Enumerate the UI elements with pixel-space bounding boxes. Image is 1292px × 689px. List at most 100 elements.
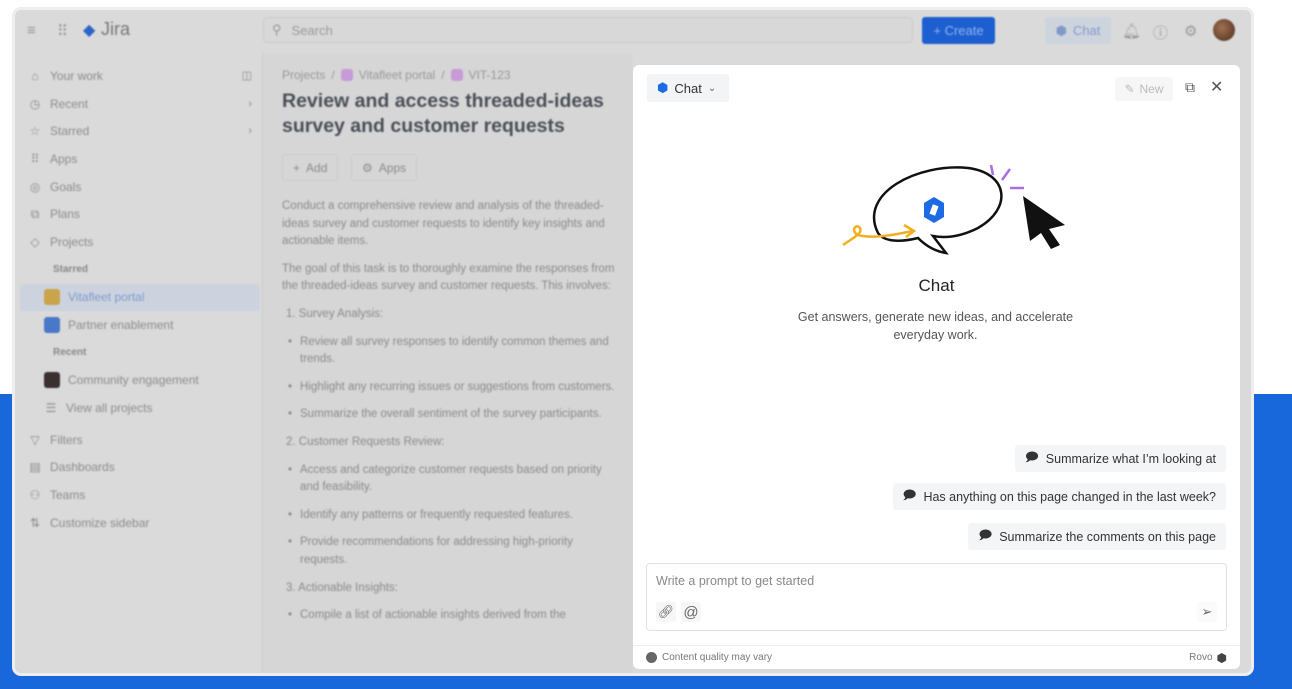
new-chat-button[interactable]: ✎ New [1115, 77, 1173, 101]
sidebar-item-starred[interactable]: ☆ Starred › [20, 117, 260, 145]
chat-footer: Content quality may vary Rovo ⬢ [633, 645, 1240, 669]
sidebar-item-your-work[interactable]: ⌂ Your work ◫ [20, 62, 260, 90]
sidebar-item-label: Projects [50, 234, 94, 249]
list-item: Identify any patterns or frequently requ… [282, 507, 622, 525]
suggestion-button[interactable]: 🗩︎ Has anything on this page changed in t… [892, 483, 1226, 510]
project-label: Community engagement [68, 373, 199, 388]
avatar[interactable] [1213, 19, 1235, 41]
search-input[interactable]: ⚲ Search [263, 17, 913, 43]
project-label: Vitafleet portal [68, 290, 145, 305]
suggestion-button[interactable]: 🗩︎ Summarize what I’m looking at [1014, 445, 1226, 472]
view-all-label: View all projects [66, 401, 153, 416]
plans-icon: ⧉ [30, 206, 40, 221]
breadcrumb-project[interactable]: Vitafleet portal [359, 68, 436, 82]
project-partner-enablement[interactable]: Partner enablement [20, 311, 260, 339]
description-paragraph: The goal of this task is to thoroughly e… [282, 262, 615, 293]
comment-icon: 🗩︎ [1024, 450, 1039, 464]
notifications-icon[interactable]: 🔔︎ [1122, 22, 1141, 40]
sidebar-item-teams[interactable]: ⚇ Teams [20, 481, 260, 509]
issue-description[interactable]: Conduct a comprehensive review and analy… [282, 198, 622, 635]
list-item: Review all survey responses to identify … [282, 334, 622, 369]
rovo-logo-icon: ⬢ [1216, 650, 1227, 665]
sidebar-item-dashboards[interactable]: ▤ Dashboards [20, 454, 260, 482]
chevron-down-icon: ⌄ [707, 82, 717, 94]
breadcrumb-projects[interactable]: Projects [282, 68, 325, 82]
suggestion-label: Summarize the comments on this page [999, 529, 1216, 544]
app-name[interactable]: Jira [101, 19, 130, 40]
top-nav: ≡ ⠿ ◆ Jira ⚲ Search + Create ⬢ Chat 🔔︎ ⓘ ⚙ [15, 10, 1251, 50]
new-chat-label: New [1139, 82, 1164, 96]
sidebar-item-recent[interactable]: ◷ Recent › [20, 90, 260, 118]
brand-label: Rovo [1189, 652, 1213, 663]
recent-heading: Recent [53, 347, 87, 359]
sidebar-item-customize[interactable]: ⇅ Customize sidebar [20, 509, 260, 537]
info-icon [646, 652, 657, 663]
chat-button-label: Chat [1072, 23, 1101, 38]
add-label: Add [306, 160, 328, 175]
chat-button[interactable]: ⬢ Chat [1045, 17, 1111, 44]
plus-icon: + [293, 160, 301, 175]
open-external-icon[interactable]: ⧉ [1185, 79, 1195, 96]
goals-icon: ◎ [29, 179, 41, 194]
filter-icon: ▽ [30, 432, 40, 447]
dashboard-icon: ▤ [29, 460, 41, 475]
suggestion-button[interactable]: 🗩︎ Summarize the comments on this page [968, 523, 1226, 550]
add-button[interactable]: + Add [282, 154, 339, 181]
project-vitafleet-portal[interactable]: Vitafleet portal [20, 283, 260, 312]
apps-button[interactable]: ⚙ Apps [351, 154, 418, 181]
description-paragraph: Conduct a comprehensive review and analy… [282, 200, 605, 248]
create-button[interactable]: + Create [922, 17, 995, 44]
settings-icon[interactable]: ⚙ [1184, 22, 1197, 40]
search-icon: ⚲ [272, 22, 282, 37]
chat-agent-selector[interactable]: ⬢ Chat ⌄ [647, 74, 729, 102]
prompt-input[interactable] [656, 574, 1196, 588]
app-switcher-icon[interactable]: ⠿ [57, 22, 68, 40]
projects-icon: ◇ [30, 234, 40, 249]
comment-icon: 🗩︎ [978, 528, 993, 542]
project-icon [44, 372, 60, 389]
help-icon[interactable]: ⓘ [1153, 22, 1168, 43]
list-item: Access and categorize customer requests … [282, 462, 622, 497]
collapse-sidebar-icon[interactable]: ◫ [242, 69, 252, 82]
sidebar-item-label: Filters [50, 432, 83, 447]
mention-icon[interactable]: @ [681, 602, 701, 622]
breadcrumb-issue[interactable]: VIT-123 [469, 68, 511, 82]
sidebar-item-label: Customize sidebar [50, 515, 150, 530]
rovo-icon: ⬢ [1055, 22, 1067, 38]
sidebar-item-label: Your work [50, 68, 103, 83]
sidebar-item-filters[interactable]: ▽ Filters [20, 426, 260, 454]
sidebar-item-goals[interactable]: ◎ Goals [20, 173, 260, 201]
sidebar-item-label: Plans [50, 207, 81, 222]
prompt-box: 🔗︎ @ ➢ [646, 563, 1227, 631]
list-item: Compile a list of actionable insights de… [282, 607, 622, 625]
sidebar-item-label: Apps [50, 151, 78, 166]
sidebar-item-plans[interactable]: ⧉ Plans [20, 200, 260, 228]
send-icon[interactable]: ➢ [1197, 602, 1217, 622]
issue-title[interactable]: Review and access threaded-ideas survey … [282, 89, 632, 139]
chat-panel: ⬢ Chat ⌄ ✎ New ⧉ ✕ Chat Get answers, genera… [633, 65, 1240, 669]
list-item: Summarize the overall sentiment of the s… [282, 406, 622, 424]
chat-selector-label: Chat [674, 80, 702, 96]
link-icon[interactable]: 🔗︎ [656, 602, 676, 622]
list-item: Provide recommendations for addressing h… [282, 534, 622, 569]
breadcrumb: Projects / Vitafleet portal / VIT-123 [282, 68, 511, 82]
sidebar-item-apps[interactable]: ⠿ Apps [20, 145, 260, 173]
project-icon [340, 69, 353, 81]
sidebar-item-label: Starred [50, 124, 90, 139]
issue-view: Projects / Vitafleet portal / VIT-123 Revi… [262, 53, 632, 673]
chevron-right-icon: › [248, 97, 252, 110]
list-item: Highlight any recurring issues or sugges… [282, 379, 622, 397]
sidebar: ⌂ Your work ◫ ◷ Recent › ☆ Starred › ⠿ Apps ◎ Go… [20, 62, 260, 537]
view-all-projects[interactable]: ☰ View all projects [20, 394, 260, 422]
sidebar-item-label: Recent [50, 96, 89, 111]
chat-illustration [842, 164, 1065, 255]
sidebar-item-projects[interactable]: ◇ Projects [20, 228, 260, 256]
sidebar-item-label: Dashboards [50, 460, 115, 475]
close-icon[interactable]: ✕ [1210, 77, 1223, 97]
project-community-engagement[interactable]: Community engagement [20, 367, 260, 395]
clock-icon: ◷ [29, 96, 41, 111]
jira-logo-icon: ◆ [83, 22, 96, 39]
menu-icon[interactable]: ≡ [27, 22, 36, 39]
app-window: ≡ ⠿ ◆ Jira ⚲ Search + Create ⬢ Chat 🔔︎ ⓘ ⚙… [15, 10, 1251, 673]
starred-heading: Starred [53, 264, 89, 276]
